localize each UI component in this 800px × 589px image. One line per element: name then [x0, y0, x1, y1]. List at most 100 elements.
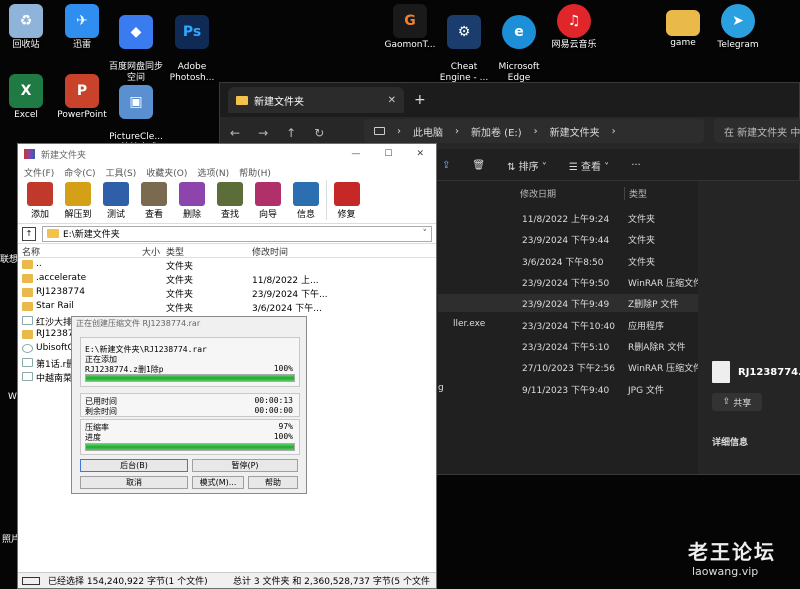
extract-to-button[interactable]: 解压到 [60, 180, 96, 220]
close-tab-icon[interactable]: ✕ [388, 95, 396, 106]
list-item[interactable]: 23/3/2024 下午5:10 R删A除R 文件 [522, 340, 698, 358]
row-modified: 27/10/2023 下午2:56 [522, 364, 615, 374]
column-name[interactable]: 名称 [22, 245, 40, 258]
table-row[interactable]: RJ1238774 文件夹 23/9/2024 下午... [18, 286, 436, 300]
pause-button[interactable]: 暂停(P) [192, 459, 298, 472]
binoculars-icon [217, 182, 243, 206]
elapsed-value: 00:00:13 [254, 396, 293, 405]
current-file-panel: E:\新建文件夹\RJ1238774.rar 正在添加 RJ1238774.z删… [80, 337, 300, 387]
breadcrumb-item[interactable]: 此电脑 [413, 124, 443, 139]
address-bar[interactable]: › 此电脑 › 新加卷 (E:) › 新建文件夹 › [364, 119, 704, 143]
chevron-down-icon[interactable]: ˅ [423, 229, 428, 239]
row-modified: 23/9/2024 下午... [252, 290, 328, 300]
wizard-button[interactable]: 向导 [250, 180, 286, 220]
view-button[interactable]: 查看 [136, 180, 172, 220]
trash-icon[interactable]: 🗑 [472, 160, 485, 171]
info-button[interactable]: 信息 [288, 180, 324, 220]
back-arrow-icon[interactable]: ← [230, 126, 240, 140]
table-row[interactable]: .accelerate 文件夹 11/8/2022 上... [18, 272, 436, 286]
column-modified[interactable]: 修改时间 [252, 245, 288, 258]
photoshop-desktop-icon[interactable]: Ps Adobe Photosh... [160, 4, 224, 95]
view-button[interactable]: ☰ 查看 ˅ [569, 158, 609, 173]
up-arrow-icon[interactable]: ↑ [286, 126, 296, 140]
recycle-bin-icon: ♻ [9, 4, 43, 38]
breadcrumb-item[interactable]: 新加卷 (E:) [471, 124, 522, 139]
find-button[interactable]: 查找 [212, 180, 248, 220]
search-input[interactable]: 在 新建文件夹 中 [714, 119, 800, 143]
tool-label: 查找 [220, 210, 239, 220]
list-item[interactable]: 3/6/2024 下午8:50 文件夹 [522, 255, 698, 273]
winrar-app-icon [24, 149, 35, 159]
maximize-button[interactable]: ☐ [384, 149, 392, 159]
path-value: E:\新建文件夹 [63, 230, 120, 240]
column-type[interactable]: 类型 [624, 187, 704, 200]
more-button[interactable]: ··· [631, 160, 641, 171]
folder-icon [666, 10, 700, 36]
column-modified[interactable]: 修改日期 [520, 187, 620, 200]
cancel-button[interactable]: 取消 [80, 476, 188, 489]
row-type: JPG 文件 [628, 386, 664, 396]
path-field[interactable]: E:\新建文件夹 ˅ [42, 225, 432, 242]
menu-favorites[interactable]: 收藏夹(O) [146, 166, 187, 179]
share-button[interactable]: ⇪ 共享 [712, 393, 762, 411]
sort-button[interactable]: ⇅ 排序 ˅ [507, 158, 547, 173]
total-progress-fill [86, 444, 294, 450]
explorer-tab[interactable]: 新建文件夹 ✕ [228, 87, 404, 113]
menu-file[interactable]: 文件(F) [24, 166, 54, 179]
test-button[interactable]: 测试 [98, 180, 134, 220]
list-item[interactable]: 23/3/2024 下午10:40 应用程序 [522, 319, 698, 337]
winrar-title: 新建文件夹 [41, 150, 87, 161]
desktop: ♻ 回收站 ✈ 迅雷 ◆ 百度网盘同步 空间 Ps Adobe Photosh.… [0, 0, 800, 589]
table-row[interactable]: Star Rail 文件夹 3/6/2024 下午... [18, 300, 436, 314]
file-icon [22, 358, 33, 367]
row-type: 文件夹 [628, 258, 656, 268]
list-item[interactable]: 23/9/2024 下午9:50 WinRAR 压缩文件 [522, 276, 702, 294]
background-button[interactable]: 后台(B) [80, 459, 188, 472]
row-type: WinRAR 压缩文件 [628, 364, 703, 374]
netease-music-desktop-icon[interactable]: ♫ 网易云音乐 [542, 4, 606, 51]
row-modified: 11/8/2022 上... [252, 276, 319, 286]
test-icon [103, 182, 129, 206]
list-item-selected[interactable]: 23/9/2024 下午9:49 Z删除P 文件 [438, 294, 698, 312]
delete-button[interactable]: 删除 [174, 180, 210, 220]
breadcrumb-item[interactable]: 新建文件夹 [550, 124, 600, 139]
list-item[interactable]: 9/11/2023 下午9:40 JPG 文件 [522, 383, 698, 401]
table-row[interactable]: .. 文件夹 [18, 258, 436, 272]
file-icon [22, 316, 33, 325]
repair-button[interactable]: 修复 [326, 180, 362, 220]
list-item[interactable]: 11/8/2022 上午9:24 文件夹 [522, 212, 698, 230]
add-button[interactable]: 添加 [22, 180, 58, 220]
close-button[interactable]: ✕ [416, 149, 424, 159]
menu-help[interactable]: 帮助(H) [239, 166, 271, 179]
column-size[interactable]: 大小 [142, 245, 160, 258]
photoshop-icon: Ps [175, 15, 209, 49]
up-folder-icon[interactable]: ↑ [22, 226, 36, 241]
menu-commands[interactable]: 命令(C) [64, 166, 95, 179]
status-total: 总计 3 文件夹 和 2,360,528,737 字节(5 个文件 [233, 577, 430, 587]
explorer-tab-bar: 新建文件夹 ✕ + [220, 83, 799, 117]
list-item[interactable]: 23/9/2024 下午9:44 文件夹 [522, 233, 698, 251]
menu-tools[interactable]: 工具(S) [106, 166, 137, 179]
menu-options[interactable]: 选项(N) [197, 166, 229, 179]
folder-icon [22, 302, 33, 311]
new-tab-button[interactable]: + [414, 92, 426, 108]
progress-value: 100% [273, 432, 293, 441]
row-modified: 23/9/2024 下午9:44 [522, 236, 610, 246]
edge-icon: e [502, 15, 536, 49]
tool-label: 修复 [337, 210, 356, 220]
share-icon[interactable]: ⇪ [442, 160, 450, 171]
minimize-button[interactable]: — [351, 149, 360, 159]
desktop-edge-label: 联想 [0, 255, 19, 265]
telegram-desktop-icon[interactable]: ➤ Telegram [706, 4, 770, 51]
row-type: 应用程序 [628, 322, 665, 332]
list-item[interactable]: 27/10/2023 下午2:56 WinRAR 压缩文件 [522, 361, 702, 379]
refresh-icon[interactable]: ↻ [314, 126, 324, 140]
row-modified: 23/3/2024 下午10:40 [522, 322, 615, 332]
mode-button[interactable]: 模式(M)... [192, 476, 244, 489]
help-button[interactable]: 帮助 [248, 476, 298, 489]
row-type: 文件夹 [166, 262, 194, 272]
row-modified: 11/8/2022 上午9:24 [522, 215, 610, 225]
file-icon [712, 361, 730, 383]
forward-arrow-icon[interactable]: → [258, 126, 268, 140]
column-type[interactable]: 类型 [166, 245, 184, 258]
